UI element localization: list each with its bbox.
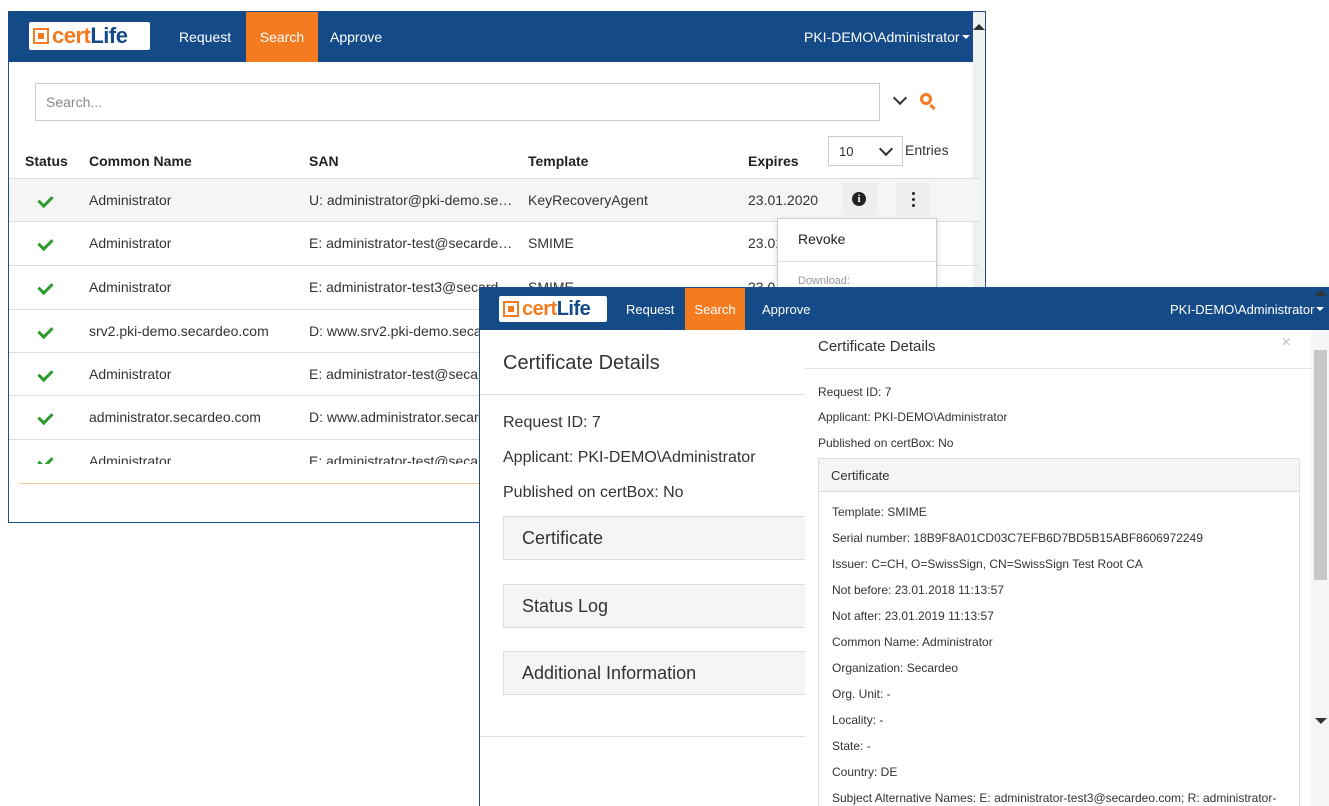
nav-approve[interactable]: Approve bbox=[320, 12, 392, 62]
cert-serial-number: Serial number: 18B9F8A01CD03C7EFB6D7BD5B… bbox=[832, 531, 1203, 545]
nav-request[interactable]: Request bbox=[616, 288, 684, 330]
divider bbox=[805, 368, 1311, 369]
entries-label: Entries bbox=[905, 142, 949, 158]
top-navbar: certLife Request Search Approve PKI-DEMO… bbox=[480, 288, 1329, 330]
cert-organization: Organization: Secardeo bbox=[832, 661, 959, 675]
scroll-down-icon[interactable] bbox=[1315, 718, 1327, 724]
menu-download-label: Download: bbox=[798, 275, 850, 287]
details-window: certLife Request Search Approve PKI-DEMO… bbox=[479, 287, 1329, 806]
certlife-logo[interactable]: certLife bbox=[499, 296, 607, 322]
certificate-section-header[interactable]: Certificate bbox=[818, 458, 1300, 492]
cert-country: Country: DE bbox=[832, 765, 898, 779]
header-common-name[interactable]: Common Name bbox=[89, 153, 192, 169]
check-icon bbox=[37, 234, 54, 252]
header-status[interactable]: Status bbox=[25, 153, 68, 169]
cert-subject-alternative-names: Subject Alternative Names: E: administra… bbox=[832, 791, 1277, 805]
nav-approve[interactable]: Approve bbox=[752, 288, 820, 330]
header-expires[interactable]: Expires bbox=[748, 153, 799, 169]
published-status: Published on certBox: No bbox=[503, 484, 684, 501]
applicant: Applicant: PKI-DEMO\Administrator bbox=[818, 410, 1008, 424]
published-status: Published on certBox: No bbox=[818, 436, 954, 450]
header-san[interactable]: SAN bbox=[309, 153, 339, 169]
page-title: Certificate Details bbox=[503, 352, 660, 374]
check-icon bbox=[37, 322, 54, 340]
cert-common-name: Common Name: Administrator bbox=[832, 635, 993, 649]
top-navbar: certLife Request Search Approve PKI-DEMO… bbox=[9, 12, 985, 62]
scroll-up-icon[interactable] bbox=[973, 24, 985, 30]
check-icon bbox=[37, 191, 54, 209]
cert-not-before: Not before: 23.01.2018 11:13:57 bbox=[832, 583, 1004, 597]
check-icon bbox=[37, 408, 54, 426]
request-id: Request ID: 7 bbox=[818, 385, 892, 399]
menu-divider bbox=[778, 261, 936, 262]
user-menu[interactable]: PKI-DEMO\Administrator bbox=[804, 12, 970, 62]
close-icon[interactable]: × bbox=[1282, 334, 1291, 352]
caret-down-icon bbox=[961, 35, 970, 39]
scrollbar-thumb[interactable] bbox=[1314, 350, 1327, 580]
certificate-details-panel: Certificate Details × Request ID: 7 Appl… bbox=[805, 330, 1311, 806]
more-actions-button[interactable] bbox=[896, 183, 930, 215]
search-icon[interactable] bbox=[920, 93, 932, 105]
search-input[interactable]: Search... bbox=[35, 83, 880, 121]
check-icon bbox=[37, 278, 54, 296]
cert-locality: Locality: - bbox=[832, 713, 884, 727]
certlife-logo[interactable]: certLife bbox=[29, 22, 150, 50]
details-page: Certificate Details Request ID: 7 Applic… bbox=[480, 330, 813, 806]
section-additional-information[interactable]: Additional Information bbox=[503, 651, 813, 695]
panel-title: Certificate Details bbox=[818, 338, 936, 355]
user-menu[interactable]: PKI-DEMO\Administrator bbox=[1170, 288, 1325, 330]
request-id: Request ID: 7 bbox=[503, 414, 601, 431]
check-icon bbox=[37, 452, 54, 464]
section-certificate[interactable]: Certificate bbox=[503, 516, 813, 560]
nav-search[interactable]: Search bbox=[246, 12, 318, 62]
scroll-up-icon[interactable] bbox=[1315, 290, 1327, 296]
section-status-log[interactable]: Status Log bbox=[503, 584, 813, 628]
applicant: Applicant: PKI-DEMO\Administrator bbox=[503, 449, 756, 466]
entries-select[interactable]: 10 bbox=[828, 136, 903, 166]
divider bbox=[480, 394, 810, 395]
chevron-down-icon[interactable] bbox=[892, 90, 908, 106]
divider bbox=[480, 736, 810, 737]
table-row[interactable]: Administrator U: administrator@pki-demo.… bbox=[9, 178, 979, 222]
cert-state: State: - bbox=[832, 739, 871, 753]
cert-not-after: Not after: 23.01.2019 11:13:57 bbox=[832, 609, 994, 623]
certificate-section-body: Template: SMIME Serial number: 18B9F8A01… bbox=[818, 492, 1300, 806]
chevron-down-icon bbox=[878, 141, 894, 157]
cert-issuer: Issuer: C=CH, O=SwissSign, CN=SwissSign … bbox=[832, 557, 1143, 571]
scrollbar[interactable] bbox=[1311, 290, 1329, 806]
nav-request[interactable]: Request bbox=[169, 12, 241, 62]
menu-item-revoke[interactable]: Revoke bbox=[798, 231, 845, 247]
logo-mark-icon bbox=[503, 301, 519, 317]
caret-down-icon bbox=[1316, 307, 1325, 311]
check-icon bbox=[37, 365, 54, 383]
cert-org-unit: Org. Unit: - bbox=[832, 687, 891, 701]
header-template[interactable]: Template bbox=[528, 153, 588, 169]
info-icon[interactable]: i bbox=[852, 192, 866, 206]
cert-template: Template: SMIME bbox=[832, 505, 927, 519]
logo-mark-icon bbox=[33, 28, 49, 44]
nav-search[interactable]: Search bbox=[685, 288, 745, 330]
